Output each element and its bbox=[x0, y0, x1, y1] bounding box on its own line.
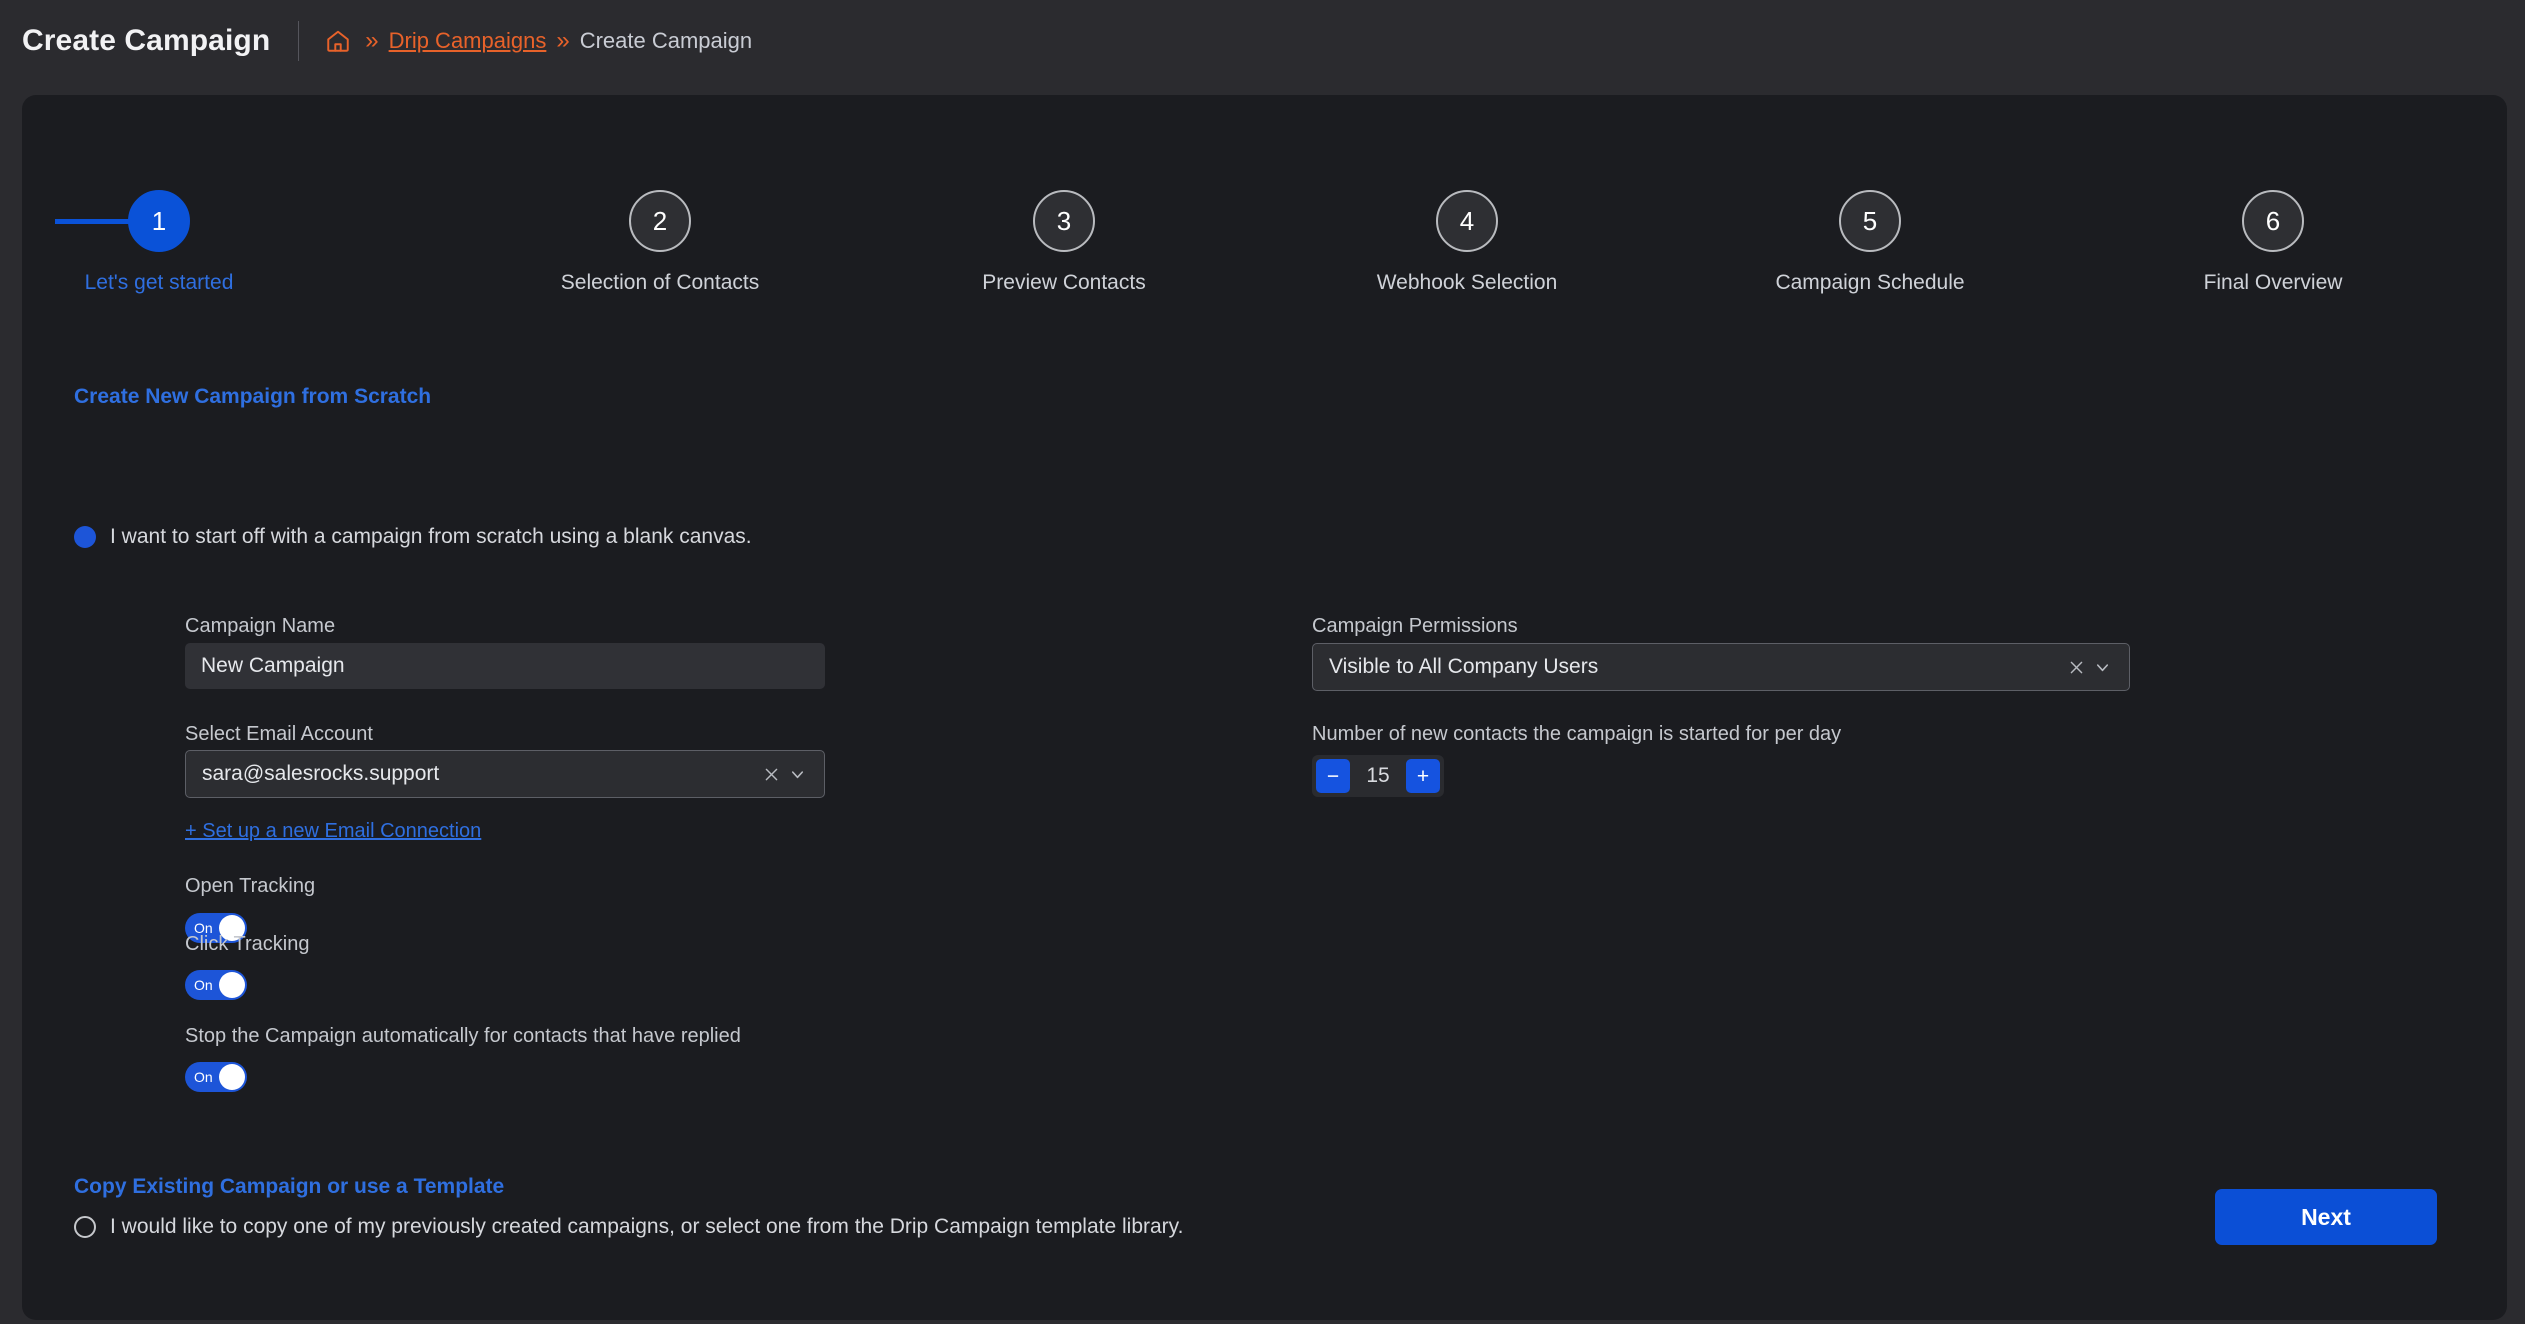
copy-radio-button[interactable] bbox=[74, 1216, 96, 1238]
campaign-name-label: Campaign Name bbox=[185, 615, 335, 638]
title-divider bbox=[298, 21, 299, 61]
step-2[interactable]: 2 Selection of Contacts bbox=[550, 190, 770, 295]
scratch-radio-button[interactable] bbox=[74, 526, 96, 548]
contacts-per-day-label: Number of new contacts the campaign is s… bbox=[1312, 723, 1841, 746]
close-icon[interactable] bbox=[2063, 659, 2089, 676]
breadcrumb-separator-1: » bbox=[365, 29, 378, 53]
step-1-label: Let's get started bbox=[49, 271, 269, 295]
home-icon[interactable] bbox=[325, 28, 351, 54]
step-6-circle[interactable]: 6 bbox=[2242, 190, 2304, 252]
campaign-permissions-value: Visible to All Company Users bbox=[1329, 655, 2063, 679]
step-3-circle[interactable]: 3 bbox=[1033, 190, 1095, 252]
chevron-down-icon[interactable] bbox=[784, 765, 810, 784]
contacts-per-day-stepper[interactable]: − 15 + bbox=[1312, 755, 1444, 797]
stop-campaign-toggle[interactable]: On bbox=[185, 1062, 247, 1092]
step-3[interactable]: 3 Preview Contacts bbox=[954, 190, 1174, 295]
click-tracking-label: Click Tracking bbox=[185, 933, 309, 956]
open-tracking-label: Open Tracking bbox=[185, 875, 315, 898]
step-5-label: Campaign Schedule bbox=[1760, 271, 1980, 295]
breadcrumb-current: Create Campaign bbox=[580, 28, 752, 54]
step-6[interactable]: 6 Final Overview bbox=[2163, 190, 2383, 295]
click-tracking-toggle[interactable]: On bbox=[185, 970, 247, 1000]
next-button[interactable]: Next bbox=[2215, 1189, 2437, 1245]
step-2-label: Selection of Contacts bbox=[550, 271, 770, 295]
copy-section-heading: Copy Existing Campaign or use a Template bbox=[74, 1175, 504, 1199]
step-1-circle[interactable]: 1 bbox=[128, 190, 190, 252]
top-header-bar: Create Campaign » Drip Campaigns » Creat… bbox=[0, 0, 2525, 82]
breadcrumb-link-drip-campaigns[interactable]: Drip Campaigns bbox=[389, 28, 547, 54]
step-3-label: Preview Contacts bbox=[954, 271, 1174, 295]
click-tracking-toggle-knob bbox=[219, 972, 245, 998]
close-icon[interactable] bbox=[758, 766, 784, 783]
setup-email-connection-link[interactable]: + Set up a new Email Connection bbox=[185, 820, 481, 843]
step-6-label: Final Overview bbox=[2163, 271, 2383, 295]
contacts-per-day-value[interactable]: 15 bbox=[1354, 764, 1402, 788]
email-account-select[interactable]: sara@salesrocks.support bbox=[185, 750, 825, 798]
step-5-circle[interactable]: 5 bbox=[1839, 190, 1901, 252]
create-campaign-card: 1 Let's get started 2 Selection of Conta… bbox=[22, 95, 2507, 1320]
copy-radio-option[interactable]: I would like to copy one of my previousl… bbox=[74, 1215, 1183, 1239]
campaign-name-input[interactable] bbox=[185, 643, 825, 689]
breadcrumb: » Drip Campaigns » Create Campaign bbox=[325, 28, 752, 54]
scratch-section-heading: Create New Campaign from Scratch bbox=[74, 385, 431, 409]
step-4-circle[interactable]: 4 bbox=[1436, 190, 1498, 252]
stop-campaign-toggle-knob bbox=[219, 1064, 245, 1090]
copy-radio-label: I would like to copy one of my previousl… bbox=[110, 1215, 1183, 1239]
page-title: Create Campaign bbox=[22, 24, 270, 58]
step-1[interactable]: 1 Let's get started bbox=[49, 190, 269, 295]
campaign-permissions-select[interactable]: Visible to All Company Users bbox=[1312, 643, 2130, 691]
scratch-radio-option[interactable]: I want to start off with a campaign from… bbox=[74, 525, 752, 549]
step-4[interactable]: 4 Webhook Selection bbox=[1357, 190, 1577, 295]
contacts-per-day-increment[interactable]: + bbox=[1406, 759, 1440, 793]
email-account-value: sara@salesrocks.support bbox=[202, 762, 758, 786]
email-account-label: Select Email Account bbox=[185, 723, 373, 746]
step-4-label: Webhook Selection bbox=[1357, 271, 1577, 295]
chevron-down-icon[interactable] bbox=[2089, 658, 2115, 677]
wizard-stepper: 1 Let's get started 2 Selection of Conta… bbox=[22, 190, 2507, 340]
campaign-permissions-label: Campaign Permissions bbox=[1312, 615, 1518, 638]
contacts-per-day-decrement[interactable]: − bbox=[1316, 759, 1350, 793]
step-5[interactable]: 5 Campaign Schedule bbox=[1760, 190, 1980, 295]
scratch-radio-label: I want to start off with a campaign from… bbox=[110, 525, 752, 549]
stop-campaign-label: Stop the Campaign automatically for cont… bbox=[185, 1025, 741, 1048]
click-tracking-toggle-state: On bbox=[194, 977, 213, 993]
step-2-circle[interactable]: 2 bbox=[629, 190, 691, 252]
stop-campaign-toggle-state: On bbox=[194, 1069, 213, 1085]
breadcrumb-separator-2: » bbox=[556, 29, 569, 53]
